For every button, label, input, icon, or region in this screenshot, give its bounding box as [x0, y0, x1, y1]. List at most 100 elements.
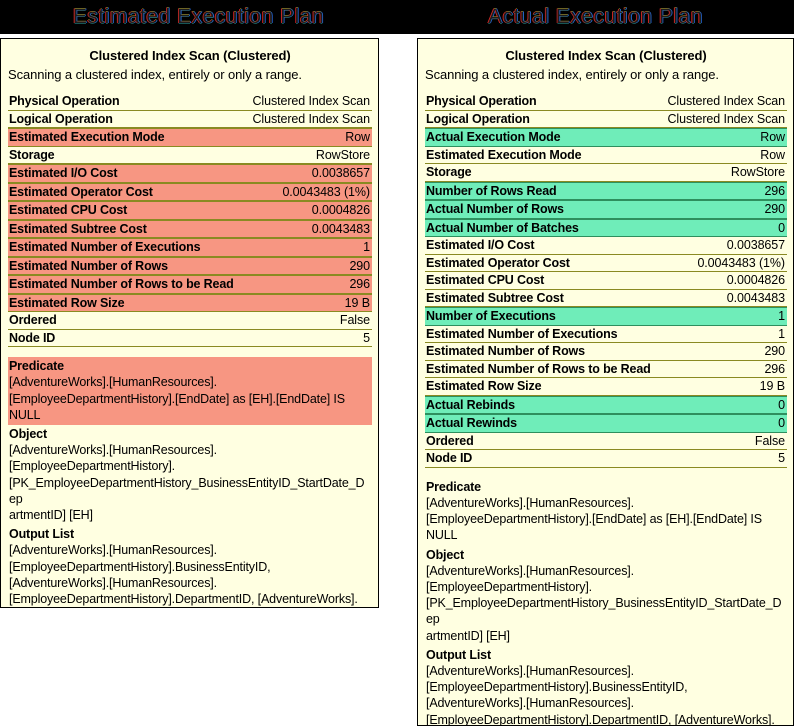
property-row: Actual Rewinds 0 — [425, 414, 787, 433]
property-value: 296 — [349, 277, 370, 292]
property-row: Estimated Number of Rows 290 — [425, 343, 787, 361]
property-row: Node ID 5 — [425, 450, 787, 468]
property-row: Actual Number of Batches 0 — [425, 218, 787, 238]
property-row: Estimated Number of Rows 290 — [8, 256, 372, 276]
property-key: Estimated CPU Cost — [426, 273, 545, 288]
property-value: 0.0043483 — [726, 290, 785, 305]
property-value: 19 B — [344, 295, 370, 310]
detail-title: Predicate — [426, 479, 481, 494]
property-value: 1 — [778, 309, 785, 324]
property-row: Estimated CPU Cost 0.0004826 — [8, 201, 372, 220]
actual-plan-tooltip-panel: Clustered Index Scan (Clustered) Scannin… — [417, 38, 794, 726]
property-value: 0.0043483 (1%) — [697, 255, 785, 270]
property-key: Estimated Subtree Cost — [9, 221, 147, 236]
property-key: Estimated Execution Mode — [426, 147, 582, 162]
property-row: Estimated Subtree Cost 0.0043483 — [8, 219, 372, 239]
property-key: Ordered — [9, 313, 57, 328]
property-row: Logical Operation Clustered Index Scan — [425, 111, 787, 129]
property-row: Estimated I/O Cost 0.0038657 — [425, 237, 787, 255]
property-row: Estimated Execution Mode Row — [8, 128, 372, 147]
detail-body: [AdventureWorks].[HumanResources]. [Empl… — [426, 563, 782, 643]
property-row: Estimated Number of Executions 1 — [8, 238, 372, 257]
property-value: 296 — [764, 183, 785, 198]
actual-detail-list: Predicate [AdventureWorks].[HumanResource… — [425, 478, 787, 726]
property-value: Row — [345, 130, 370, 145]
detail-body: [AdventureWorks].[HumanResources]. [Empl… — [9, 375, 345, 422]
detail-body: [AdventureWorks].[HumanResources]. [Empl… — [426, 663, 775, 726]
detail-body: [AdventureWorks].[HumanResources]. [Empl… — [426, 495, 762, 543]
property-row: Estimated Subtree Cost 0.0043483 — [425, 290, 787, 308]
property-value: 0 — [778, 220, 785, 235]
property-row: Estimated Number of Executions 1 — [425, 326, 787, 344]
property-row: Estimated Row Size 19 B — [8, 293, 372, 313]
property-row: Ordered False — [425, 433, 787, 451]
property-key: Estimated Row Size — [426, 379, 542, 394]
property-key: Estimated Number of Executions — [426, 326, 618, 341]
property-row: Node ID 5 — [8, 330, 372, 348]
property-key: Estimated Number of Rows — [426, 344, 585, 359]
property-row: Storage RowStore — [425, 164, 787, 182]
actual-operation-title: Clustered Index Scan (Clustered) — [505, 48, 707, 63]
property-key: Physical Operation — [426, 94, 537, 109]
detail-title: Output List — [9, 527, 75, 542]
property-value: RowStore — [730, 165, 785, 180]
property-key: Physical Operation — [9, 94, 120, 109]
property-key: Estimated I/O Cost — [9, 166, 118, 181]
property-value: Clustered Index Scan — [667, 94, 785, 109]
property-value: Row — [760, 147, 785, 162]
property-key: Actual Rebinds — [426, 397, 515, 412]
property-key: Estimated Number of Rows to be Read — [9, 277, 234, 292]
property-value: 290 — [764, 202, 785, 217]
property-key: Node ID — [426, 451, 473, 466]
property-value: 0.0043483 (1%) — [282, 184, 370, 199]
property-value: 5 — [363, 330, 370, 345]
property-key: Estimated Subtree Cost — [426, 290, 564, 305]
screenshot-root: Estimated Execution Plan Actual Executio… — [0, 0, 794, 726]
detail-title: Object — [9, 427, 47, 441]
property-value: 0.0004826 — [726, 273, 785, 288]
property-key: Number of Executions — [426, 309, 556, 324]
property-row: Estimated Number of Rows to be Read 296 — [425, 361, 787, 379]
property-value: Clustered Index Scan — [667, 111, 785, 126]
detail-block: Predicate [AdventureWorks].[HumanResource… — [425, 478, 787, 546]
estimated-operation-title: Clustered Index Scan (Clustered) — [89, 48, 291, 63]
detail-block: Output List [AdventureWorks].[HumanResour… — [425, 646, 787, 726]
property-key: Storage — [9, 147, 55, 162]
property-key: Node ID — [9, 330, 56, 345]
property-value: 0 — [778, 416, 785, 431]
property-row: Logical Operation Clustered Index Scan — [8, 111, 372, 129]
detail-title: Output List — [426, 647, 492, 662]
property-key: Logical Operation — [9, 111, 113, 126]
property-key: Actual Number of Rows — [426, 202, 564, 217]
actual-plan-titlebar: Actual Execution Plan — [397, 0, 794, 34]
detail-block: Output List [AdventureWorks].[HumanResour… — [8, 525, 372, 607]
property-value: 19 B — [759, 379, 785, 394]
property-key: Logical Operation — [426, 111, 530, 126]
property-row: Estimated Operator Cost 0.0043483 (1%) — [425, 255, 787, 273]
estimated-plan-titlebar: Estimated Execution Plan — [0, 0, 397, 34]
property-value: 1 — [778, 326, 785, 341]
property-key: Estimated Number of Rows — [9, 258, 168, 273]
property-value: 0.0038657 — [311, 166, 370, 181]
property-value: Clustered Index Scan — [252, 111, 370, 126]
property-key: Estimated Operator Cost — [9, 184, 153, 199]
actual-plan-title: Actual Execution Plan — [488, 5, 703, 28]
estimated-detail-list: Predicate [AdventureWorks].[HumanResource… — [8, 357, 372, 607]
property-key: Estimated Execution Mode — [9, 130, 165, 145]
property-key: Estimated CPU Cost — [9, 203, 128, 218]
property-value: False — [339, 313, 370, 328]
property-row: Estimated CPU Cost 0.0004826 — [425, 272, 787, 290]
property-value: 0 — [778, 397, 785, 412]
property-value: 0.0004826 — [311, 203, 370, 218]
detail-block: Predicate [AdventureWorks].[HumanResource… — [8, 357, 372, 425]
detail-title: Predicate — [9, 359, 64, 374]
property-value: 1 — [363, 240, 370, 255]
property-value: 0.0043483 — [311, 221, 370, 236]
detail-block: Object [AdventureWorks].[HumanResources].… — [8, 425, 372, 525]
detail-title: Object — [426, 547, 464, 562]
estimated-plan-title: Estimated Execution Plan — [72, 5, 325, 28]
property-row: Estimated Operator Cost 0.0043483 (1%) — [8, 182, 372, 202]
actual-rows-spacer — [425, 468, 787, 478]
property-key: Estimated Number of Rows to be Read — [426, 361, 651, 376]
estimated-plan-tooltip-panel: Clustered Index Scan (Clustered) Scannin… — [0, 38, 379, 608]
